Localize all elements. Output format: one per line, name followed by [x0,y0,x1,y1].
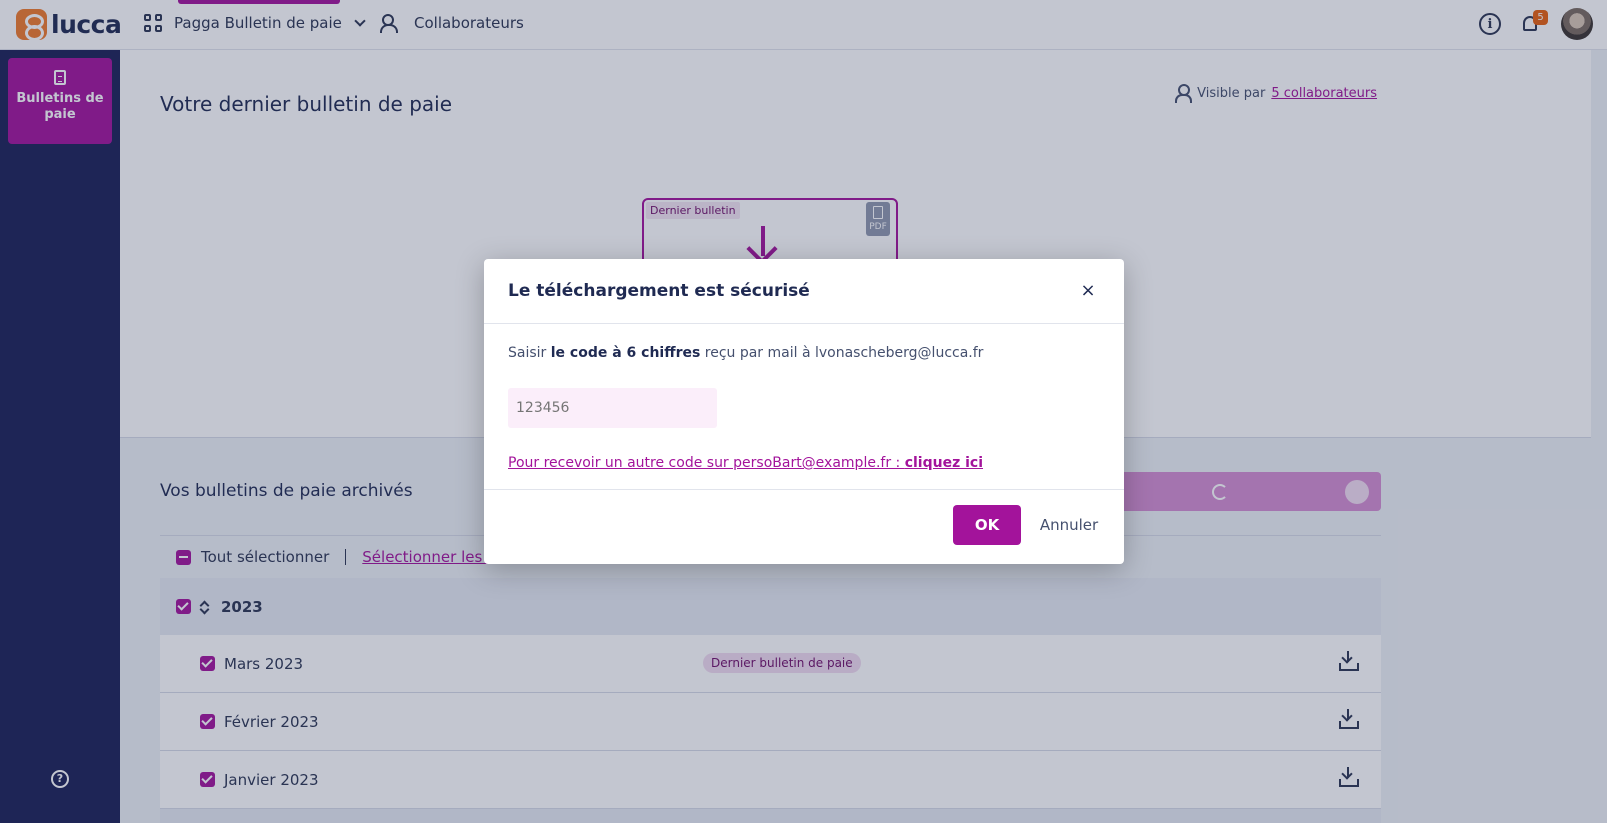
cancel-button[interactable]: Annuler [1037,505,1101,545]
instruction-bold: le code à 6 chiffres [550,345,701,361]
dialog-header: Le téléchargement est sécurisé × [484,259,1124,324]
code-instruction: Saisir le code à 6 chiffres reçu par mai… [508,345,983,361]
dialog-footer: OK Annuler [484,490,1124,563]
resend-prefix[interactable]: Pour recevoir un autre code sur persoBar… [508,455,905,471]
close-icon[interactable]: × [1076,279,1100,303]
dialog-title: Le téléchargement est sécurisé [508,281,810,301]
dialog-body: Saisir le code à 6 chiffres reçu par mai… [484,324,1124,490]
instruction-prefix: Saisir [508,345,551,361]
resend-code-link[interactable]: Pour recevoir un autre code sur persoBar… [508,452,983,471]
secure-download-dialog: Le téléchargement est sécurisé × Saisir … [484,259,1124,564]
code-input[interactable] [508,388,717,428]
resend-link[interactable]: cliquez ici [905,455,983,471]
ok-button[interactable]: OK [953,505,1021,545]
instruction-suffix: reçu par mail à lvonascheberg@lucca.fr [700,345,984,361]
